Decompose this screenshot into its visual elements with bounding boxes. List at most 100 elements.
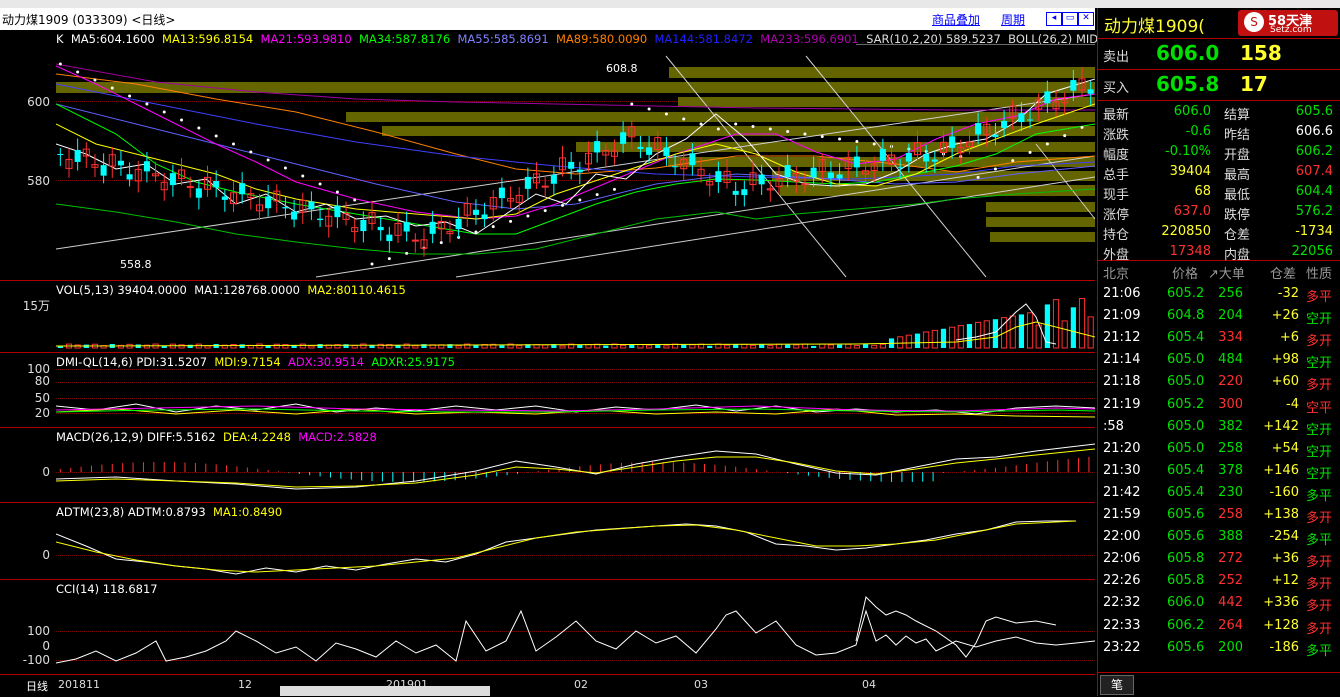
tick-price: 605.6	[1167, 529, 1205, 545]
tick-nature: 多平	[1306, 533, 1333, 549]
chart-title-bar: 动力煤1909 (033309) <日线> 商品叠加 周期 ◂ ▭ ✕	[0, 8, 1095, 30]
candle-body	[949, 136, 956, 148]
stat-label: 结算	[1224, 108, 1251, 123]
sar-dot	[751, 125, 755, 128]
volume-bar	[775, 343, 783, 349]
x-axis: 日线 201811 12 201901 02 03 04	[0, 674, 1095, 697]
cci-chart	[56, 596, 1095, 664]
tick-price: 605.6	[1167, 507, 1205, 522]
logo-subtext: Setz.com	[1270, 25, 1312, 35]
volume-bar	[559, 345, 566, 349]
tick-row[interactable]: 21:59 605.6 258 +138 多开	[1098, 505, 1340, 527]
sar-dot	[993, 167, 997, 171]
candle-body	[481, 214, 488, 220]
stat-value: 17348	[1169, 244, 1211, 259]
candle-body	[317, 218, 324, 221]
tick-row[interactable]: 21:42 605.4 230 -160 多平	[1098, 483, 1340, 505]
tick-row[interactable]: 22:06 605.8 272 +36 多开	[1098, 549, 1340, 571]
tick-time: 21:06	[1103, 286, 1141, 301]
volume-bar	[707, 345, 713, 348]
tick-row[interactable]: 21:06 605.2 256 -32 多平	[1098, 284, 1340, 306]
kline-chart: 608.8 558.8	[56, 44, 1095, 278]
candle-body	[1018, 113, 1025, 123]
stat-value: -1734	[1295, 224, 1333, 239]
sar-dot	[734, 122, 738, 126]
volume-bar	[239, 344, 245, 348]
tick-price: 606.0	[1167, 595, 1205, 611]
candle-body	[1070, 80, 1077, 91]
stat-label: 最低	[1224, 188, 1251, 203]
period-label[interactable]: 日线	[26, 678, 48, 694]
stat-value: 220850	[1161, 224, 1211, 239]
volume-bar	[836, 344, 843, 348]
tick-volume: 204	[1218, 308, 1243, 324]
candle-body	[541, 185, 549, 188]
tick-nature: 多开	[1306, 334, 1333, 350]
tick-row[interactable]: 21:30 605.4 378 +146 空开	[1098, 461, 1340, 483]
stat-value: 606.6	[1295, 124, 1333, 139]
maximize-icon[interactable]: ▭	[1062, 12, 1078, 26]
tick-nature: 多开	[1306, 555, 1333, 571]
sar-dot	[595, 193, 599, 197]
tick-row[interactable]: 22:00 605.6 388 -254 多平	[1098, 527, 1340, 549]
sar-dot	[318, 182, 322, 186]
overlay-commodity-link[interactable]: 商品叠加	[932, 11, 980, 28]
tick-row[interactable]: 21:14 605.0 484 +98 空开	[1098, 350, 1340, 372]
tick-nature: 空平	[1306, 400, 1333, 416]
sar-dot	[509, 219, 513, 223]
volume-bar	[940, 328, 947, 348]
tick-row[interactable]: 22:26 605.8 252 +12 多开	[1098, 571, 1340, 593]
tick-time: 21:14	[1103, 352, 1141, 368]
volume-bar	[733, 344, 739, 348]
tick-row[interactable]: 21:09 604.8 204 +26 空开	[1098, 306, 1340, 328]
tick-price: 604.8	[1167, 308, 1205, 324]
tick-nature: 空开	[1306, 422, 1333, 438]
volume-bar	[785, 344, 791, 348]
sar-dot	[197, 126, 201, 130]
sar-dot	[335, 190, 339, 194]
candle-body	[169, 173, 176, 186]
tick-row[interactable]: 21:20 605.0 258 +54 空开	[1098, 439, 1340, 461]
left-arrow-icon[interactable]: ◂	[1046, 12, 1062, 26]
tick-oi-change: +336	[1263, 595, 1299, 611]
macd-chart	[56, 443, 1095, 490]
candle-body	[386, 234, 393, 242]
close-icon[interactable]: ✕	[1078, 12, 1094, 26]
tick-time: 21:18	[1103, 374, 1141, 390]
stat-label: 持仓	[1103, 228, 1130, 243]
tick-row[interactable]: 21:18 605.0 220 +60 多开	[1098, 372, 1340, 394]
volume-bar	[862, 344, 869, 348]
volume-bar	[1087, 316, 1094, 349]
tick-volume: 200	[1218, 639, 1243, 655]
tick-row[interactable]: 22:33 606.2 264 +128 多开	[1098, 616, 1340, 638]
tab-ticks[interactable]: 笔	[1100, 675, 1134, 695]
candle-body	[143, 161, 150, 172]
tick-oi-change: +12	[1271, 573, 1299, 589]
tick-volume: 300	[1218, 396, 1243, 412]
candle-body	[550, 174, 557, 184]
dmi-y-label: 20	[34, 406, 50, 420]
tick-row[interactable]: 21:12 605.4 334 +6 多开	[1098, 328, 1340, 350]
tick-time: 23:22	[1103, 639, 1141, 655]
tick-time: 21:42	[1103, 484, 1141, 500]
tick-row[interactable]: 21:19 605.2 300 -4 空平	[1098, 395, 1340, 417]
tick-price: 605.4	[1167, 330, 1205, 346]
sar-dot	[716, 127, 720, 131]
tick-price: 605.2	[1167, 396, 1205, 412]
tick-oi-change: -254	[1269, 529, 1299, 545]
candle-body	[594, 141, 601, 153]
tick-time: 22:32	[1103, 595, 1141, 611]
sar-dot	[231, 142, 235, 146]
candle-body	[905, 152, 912, 162]
volume-bar	[879, 343, 886, 349]
tick-price: 605.2	[1167, 286, 1205, 301]
stat-label: 涨跌	[1103, 128, 1130, 143]
tick-row[interactable]: :58 605.0 382 +142 空开	[1098, 417, 1340, 439]
tick-row[interactable]: 22:32 606.0 442 +336 多开	[1098, 593, 1340, 615]
tick-row[interactable]: 23:22 605.6 200 -186 多平	[1098, 638, 1340, 660]
tick-volume: 378	[1218, 462, 1243, 478]
candle-body	[689, 153, 696, 166]
tick-list: 21:06 605.2 256 -32 多平 21:09 604.8 204 +…	[1098, 282, 1340, 662]
period-link[interactable]: 周期	[1001, 11, 1025, 28]
volume-profile-bars	[56, 67, 1095, 242]
